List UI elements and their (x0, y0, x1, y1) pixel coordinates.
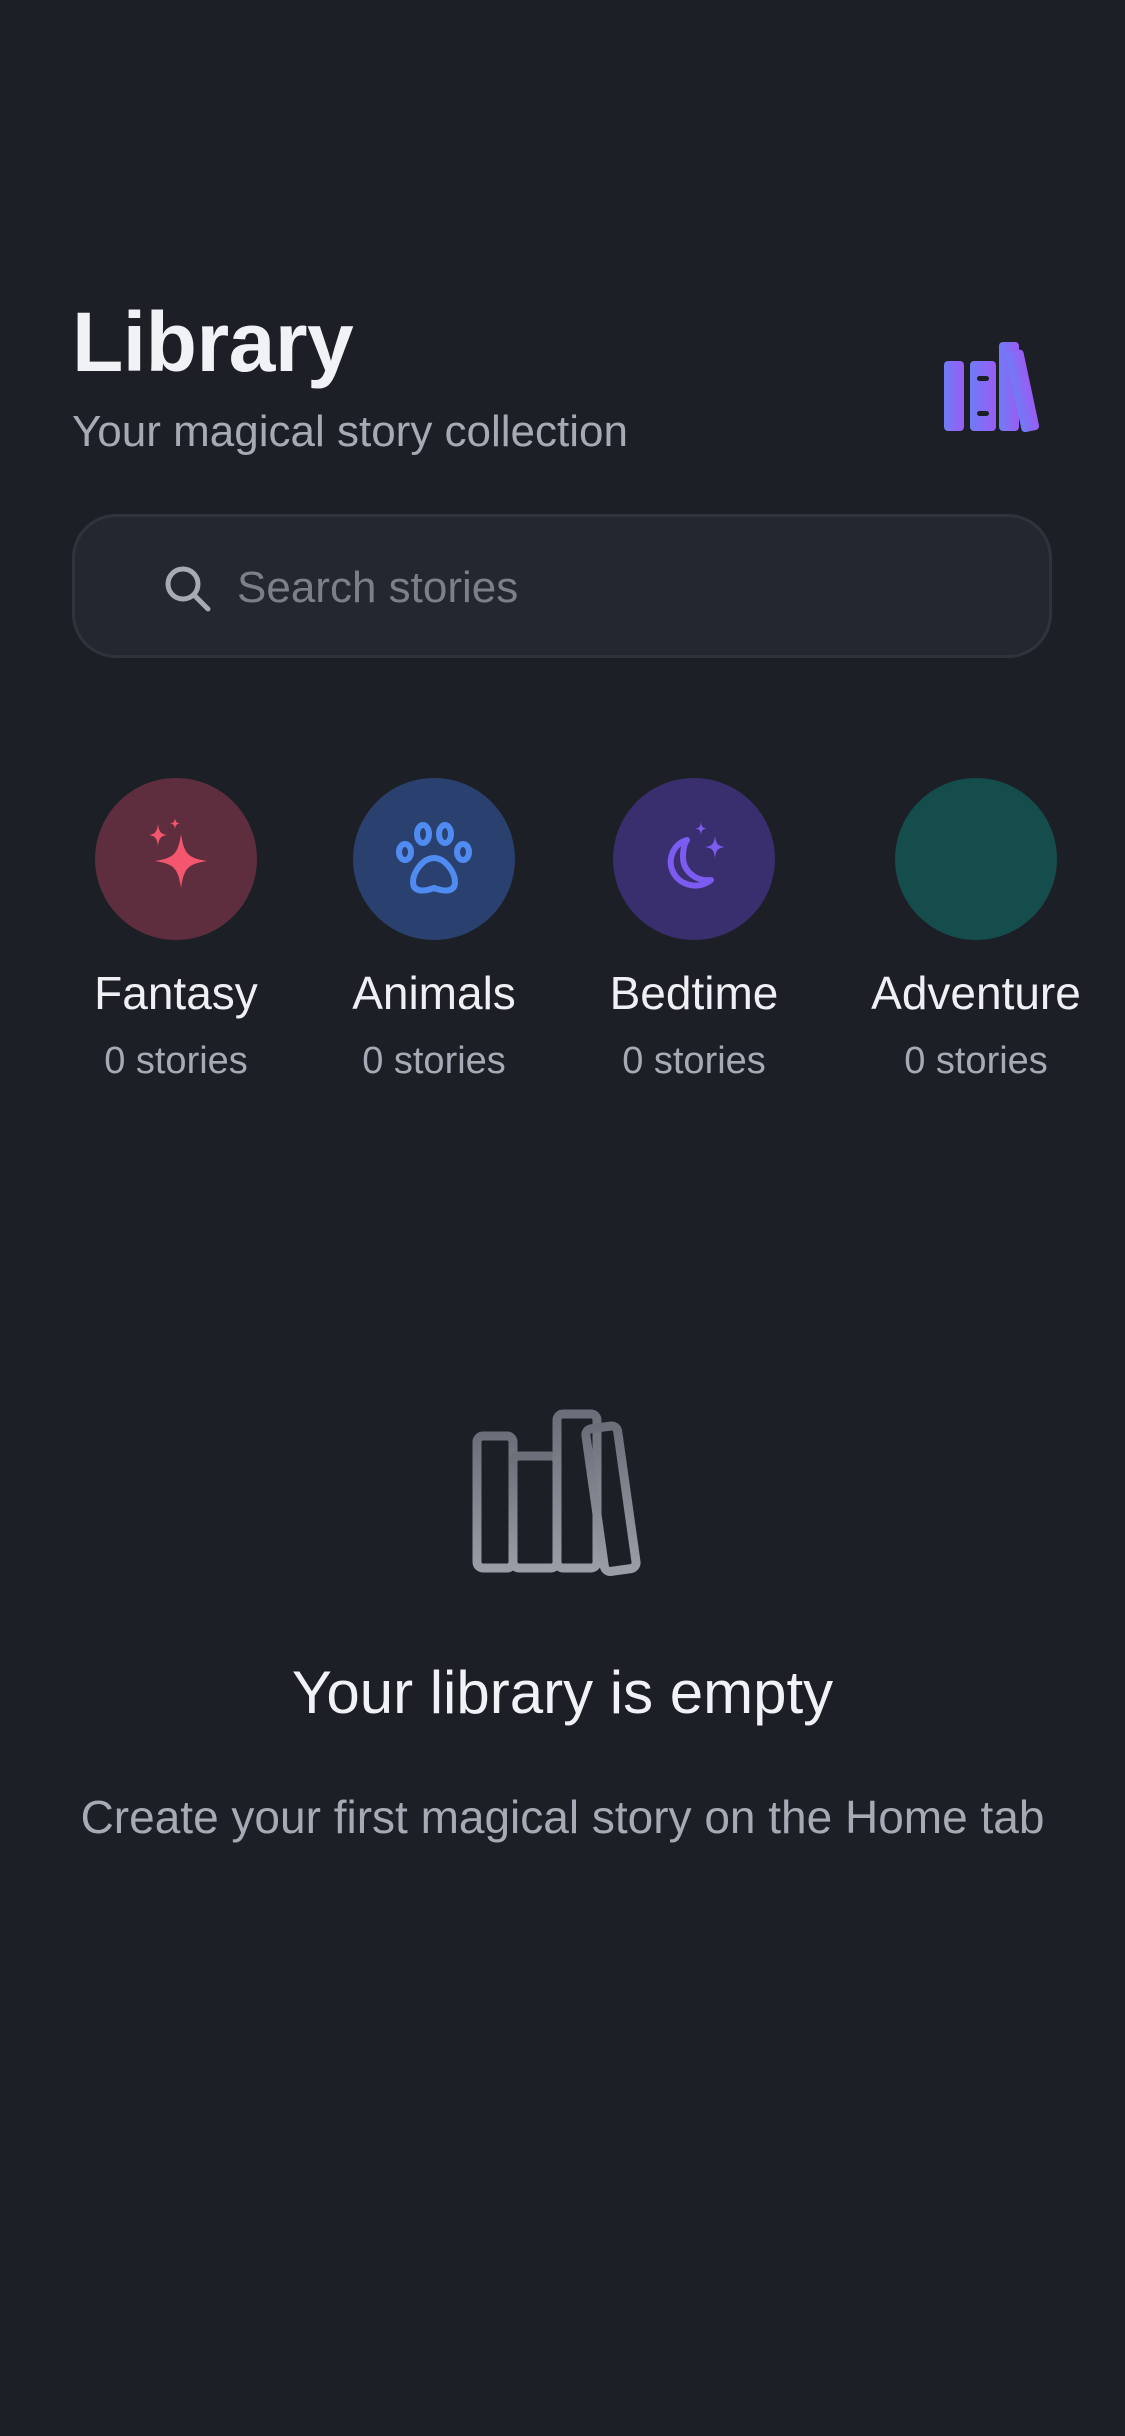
category-icon-circle (895, 778, 1057, 940)
category-name: Animals (352, 967, 516, 1019)
category-count: 0 stories (104, 1039, 248, 1082)
category-icon-circle (95, 778, 257, 940)
search-input[interactable] (235, 547, 1019, 629)
category-fantasy[interactable]: Fantasy 0 stories (56, 778, 296, 1082)
category-count: 0 stories (904, 1039, 1048, 1082)
search-icon (165, 566, 211, 612)
empty-state-text: Create your first magical story on the H… (80, 1791, 1045, 1843)
page-subtitle: Your magical story collection (72, 407, 628, 456)
category-count: 0 stories (362, 1039, 506, 1082)
empty-state: Your library is empty Create your first … (0, 1400, 1125, 1845)
category-adventure[interactable]: Adventure 0 stories (856, 778, 1096, 1082)
empty-state-title: Your library is empty (291, 1659, 834, 1726)
paw-icon (396, 822, 472, 894)
library-books-icon (472, 1409, 641, 1576)
search-bar[interactable] (72, 514, 1052, 658)
category-name: Adventure (871, 967, 1081, 1019)
category-icon-circle (353, 778, 515, 940)
category-name: Bedtime (609, 967, 779, 1019)
page-header: Library Your magical story collection (72, 300, 628, 459)
category-name: Fantasy (94, 967, 258, 1019)
library-books-icon (944, 342, 1040, 433)
category-icon-circle (613, 778, 775, 940)
category-animals[interactable]: Animals 0 stories (314, 778, 554, 1082)
category-bedtime[interactable]: Bedtime 0 stories (574, 778, 814, 1082)
category-count: 0 stories (622, 1039, 766, 1082)
sparkles-icon (149, 818, 207, 888)
moon-stars-icon (667, 822, 725, 889)
page-title: Library (72, 295, 354, 389)
